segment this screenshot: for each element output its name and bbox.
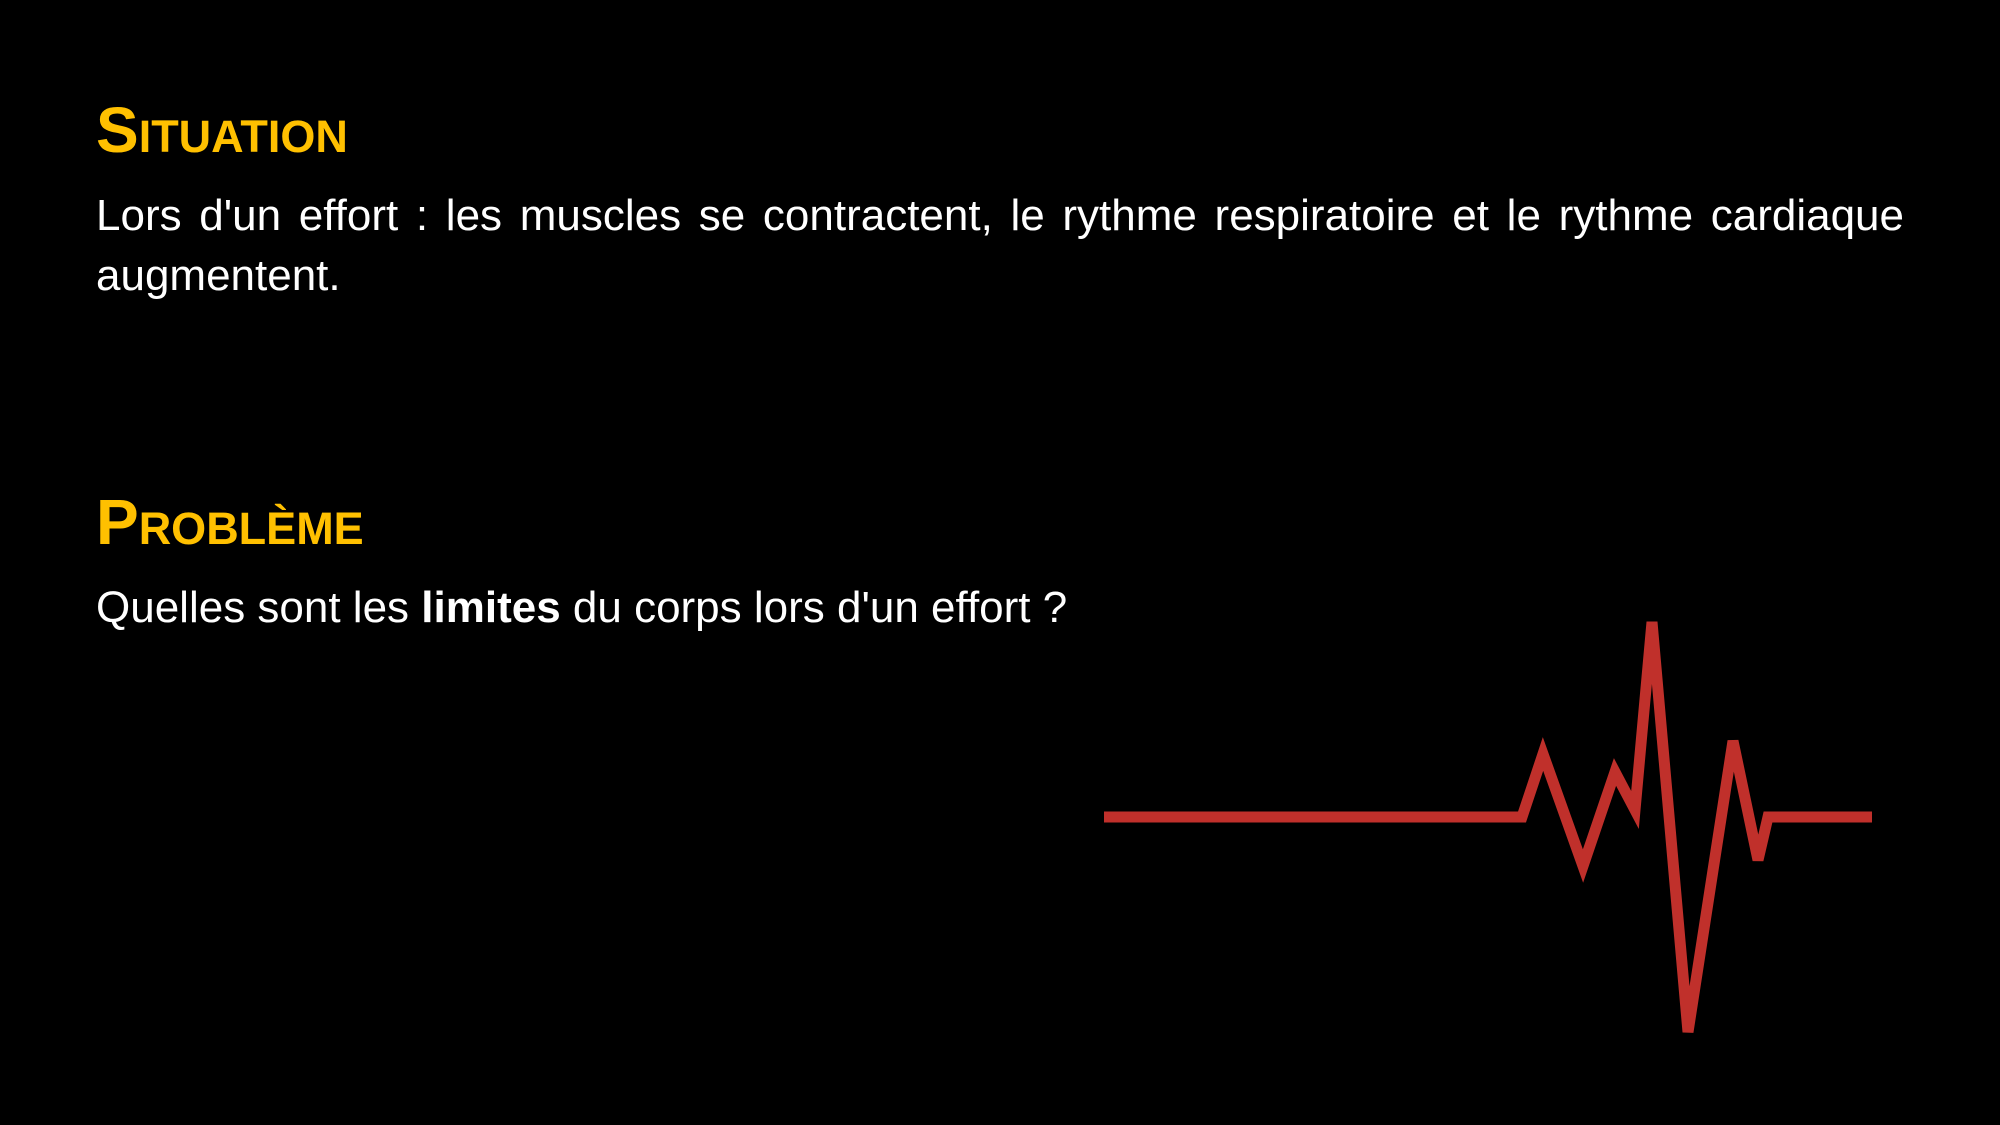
question-part-1: Quelles sont les: [96, 583, 422, 632]
situation-text: Lors d'un effort : les muscles se contra…: [96, 191, 1904, 300]
question-part-2: du corps lors d'un effort ?: [560, 583, 1068, 632]
heartbeat-line-icon: [1104, 621, 1872, 1033]
probleme-heading: Problème: [96, 486, 364, 558]
situation-heading: Situation: [96, 94, 348, 166]
ecg-trace: [1104, 621, 1872, 1033]
question-keyword: limites: [421, 583, 561, 632]
slide: Situation Lors d'un effort : les muscles…: [0, 0, 2000, 1125]
probleme-question: Quelles sont les limites du corps lors d…: [96, 578, 1196, 638]
